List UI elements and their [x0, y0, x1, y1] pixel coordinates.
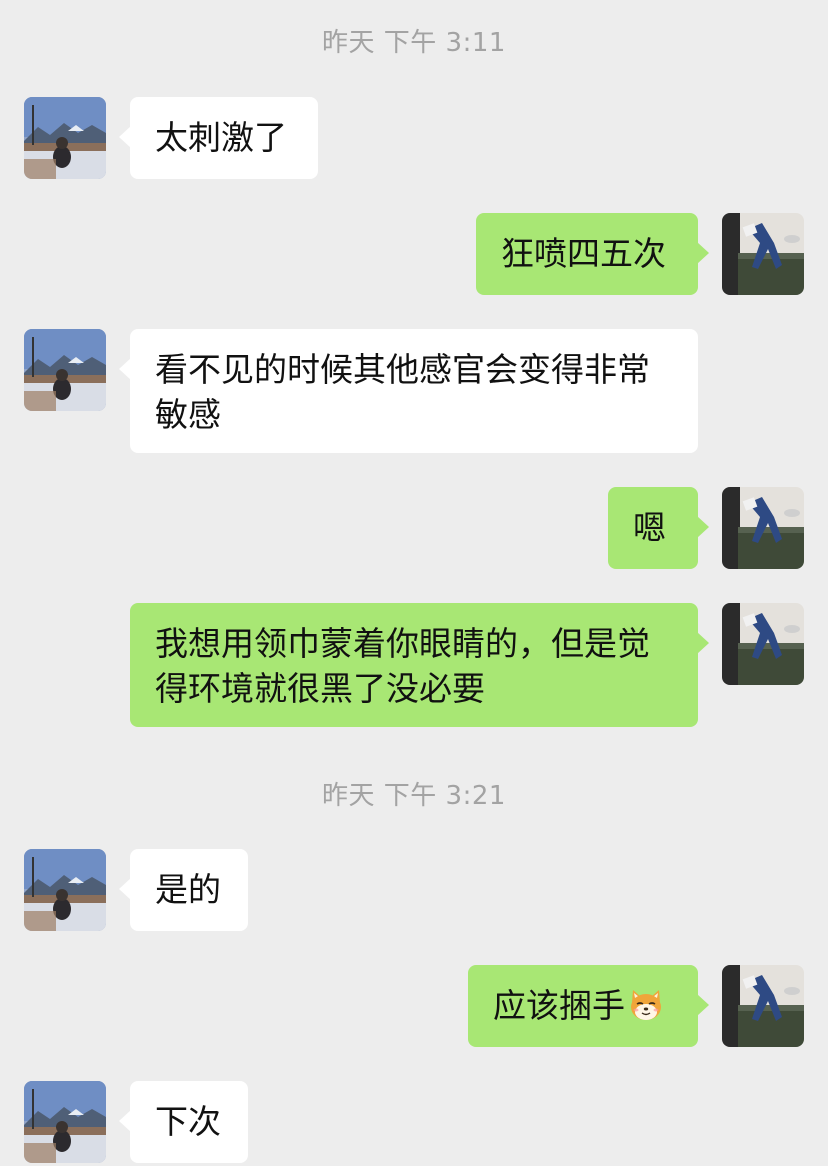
- contact-avatar[interactable]: [24, 849, 106, 931]
- incoming-message-bubble[interactable]: 下次: [119, 1081, 248, 1163]
- message-text: 狂喷四五次: [501, 234, 666, 273]
- message-text: 太刺激了: [155, 118, 287, 157]
- doge-cat-emoji-icon: [627, 985, 665, 1023]
- message-timestamp: 昨天 下午 3:11: [322, 28, 506, 58]
- message-text: 看不见的时候其他感官会变得非常敏感: [155, 350, 650, 434]
- incoming-message-bubble[interactable]: 太刺激了: [119, 97, 318, 179]
- message-timestamp: 昨天 下午 3:21: [322, 781, 506, 811]
- outgoing-message-bubble[interactable]: 嗯: [608, 487, 709, 569]
- incoming-message-bubble[interactable]: 看不见的时候其他感官会变得非常敏感: [119, 329, 698, 453]
- contact-avatar[interactable]: [24, 97, 106, 179]
- chat-window: 昨天 下午 3:11 太刺激了 狂喷四五次 看不见的时候其他感官会变得非常敏感 …: [0, 0, 828, 1166]
- message-text: 是的: [155, 870, 221, 909]
- outgoing-message-bubble[interactable]: 狂喷四五次: [476, 213, 709, 295]
- message-text: 嗯: [633, 508, 666, 547]
- outgoing-message-bubble[interactable]: 应该捆手: [468, 965, 709, 1047]
- contact-avatar[interactable]: [24, 329, 106, 411]
- self-avatar[interactable]: [722, 487, 804, 569]
- incoming-message-bubble[interactable]: 是的: [119, 849, 248, 931]
- self-avatar[interactable]: [722, 213, 804, 295]
- contact-avatar[interactable]: [24, 1081, 106, 1163]
- self-avatar[interactable]: [722, 965, 804, 1047]
- outgoing-message-bubble[interactable]: 我想用领巾蒙着你眼睛的，但是觉得环境就很黑了没必要: [130, 603, 709, 727]
- message-text: 我想用领巾蒙着你眼睛的，但是觉得环境就很黑了没必要: [155, 624, 650, 708]
- message-text: 下次: [155, 1102, 221, 1141]
- self-avatar[interactable]: [722, 603, 804, 685]
- message-text: 应该捆手: [493, 986, 625, 1025]
